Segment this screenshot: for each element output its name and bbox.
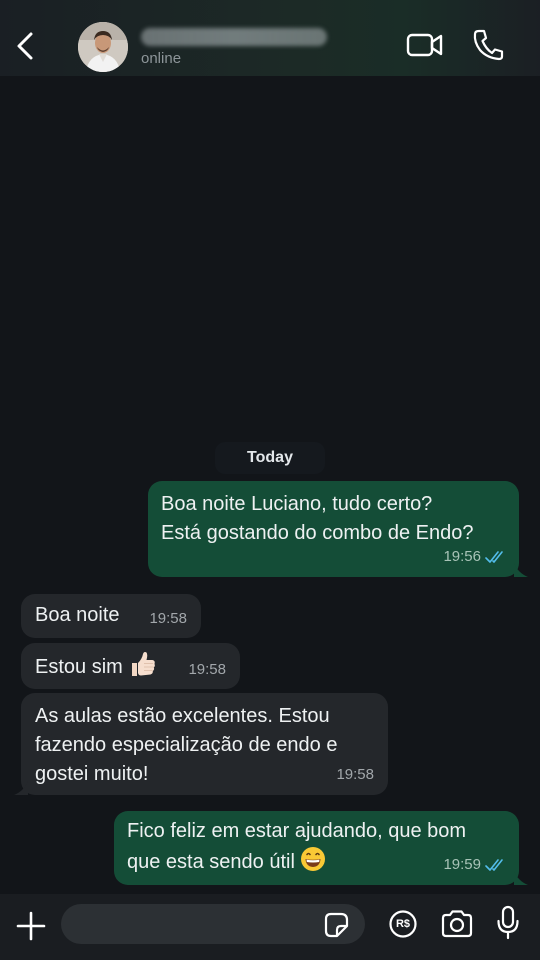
message-time: 19:58 [336, 766, 374, 783]
voice-call-button[interactable] [472, 28, 504, 62]
contact-status: online [141, 50, 182, 67]
grinning-face-emoji-icon [301, 847, 326, 871]
incoming-message[interactable]: As aulas estão excelentes. Estou fazendo… [21, 693, 388, 795]
thumbs-up-emoji-icon [132, 652, 156, 676]
message-meta: 19:58 [188, 655, 226, 684]
video-call-button[interactable] [406, 30, 444, 60]
bubble-tail [14, 781, 28, 795]
message-input[interactable] [61, 904, 365, 944]
payment-label: R$ [395, 918, 411, 930]
voice-message-button[interactable] [496, 905, 520, 941]
bubble-tail [514, 871, 528, 885]
message-body: Estou sim [35, 656, 123, 678]
message-meta: 19:58 [336, 760, 374, 789]
message-time: 19:58 [149, 610, 187, 627]
contact-name-redacted[interactable] [141, 28, 327, 46]
chevron-left-icon [17, 32, 33, 60]
message-body: Fico feliz em estar ajudando, que bom qu… [127, 820, 467, 873]
message-meta: 19:56 [443, 542, 507, 571]
double-check-read-icon [485, 550, 503, 563]
camera-icon [441, 910, 473, 938]
message-time: 19:58 [188, 661, 226, 678]
message-text: Boa noite Luciano, tudo certo? Está gost… [161, 493, 474, 544]
contact-photo [78, 22, 128, 72]
avatar[interactable] [78, 22, 128, 72]
double-check-read-icon [485, 858, 503, 871]
incoming-message[interactable]: Boa noite 19:58 [21, 594, 201, 638]
message-meta: 19:59 [443, 850, 507, 879]
chat-header: online [0, 0, 540, 76]
message-text: As aulas estão excelentes. Estou fazendo… [35, 705, 338, 785]
message-list[interactable]: Today Boa noite Luciano, tudo certo? Est… [0, 76, 540, 894]
phone-icon [473, 29, 504, 61]
message-time: 19:56 [443, 548, 481, 565]
outgoing-message[interactable]: Fico feliz em estar ajudando, que bom qu… [114, 811, 519, 885]
sticker-button[interactable] [322, 911, 350, 939]
camera-button[interactable] [440, 909, 474, 939]
payment-button[interactable]: R$ [388, 909, 418, 939]
message-time: 19:59 [443, 856, 481, 873]
date-separator: Today [215, 442, 325, 474]
composer-bar: R$ [0, 894, 540, 960]
incoming-message[interactable]: Estou sim 19:58 [21, 643, 240, 689]
back-button[interactable] [10, 28, 40, 64]
bubble-tail [514, 563, 528, 577]
plus-icon [16, 911, 46, 941]
microphone-icon [497, 905, 519, 940]
outgoing-message[interactable]: Boa noite Luciano, tudo certo? Está gost… [148, 481, 519, 577]
sticker-icon [324, 912, 349, 938]
chat-screen: online Today Boa noite Luciano, tudo cer… [0, 0, 540, 960]
attach-button[interactable] [15, 910, 47, 942]
message-meta: 19:58 [149, 604, 187, 633]
video-camera-icon [406, 33, 443, 57]
